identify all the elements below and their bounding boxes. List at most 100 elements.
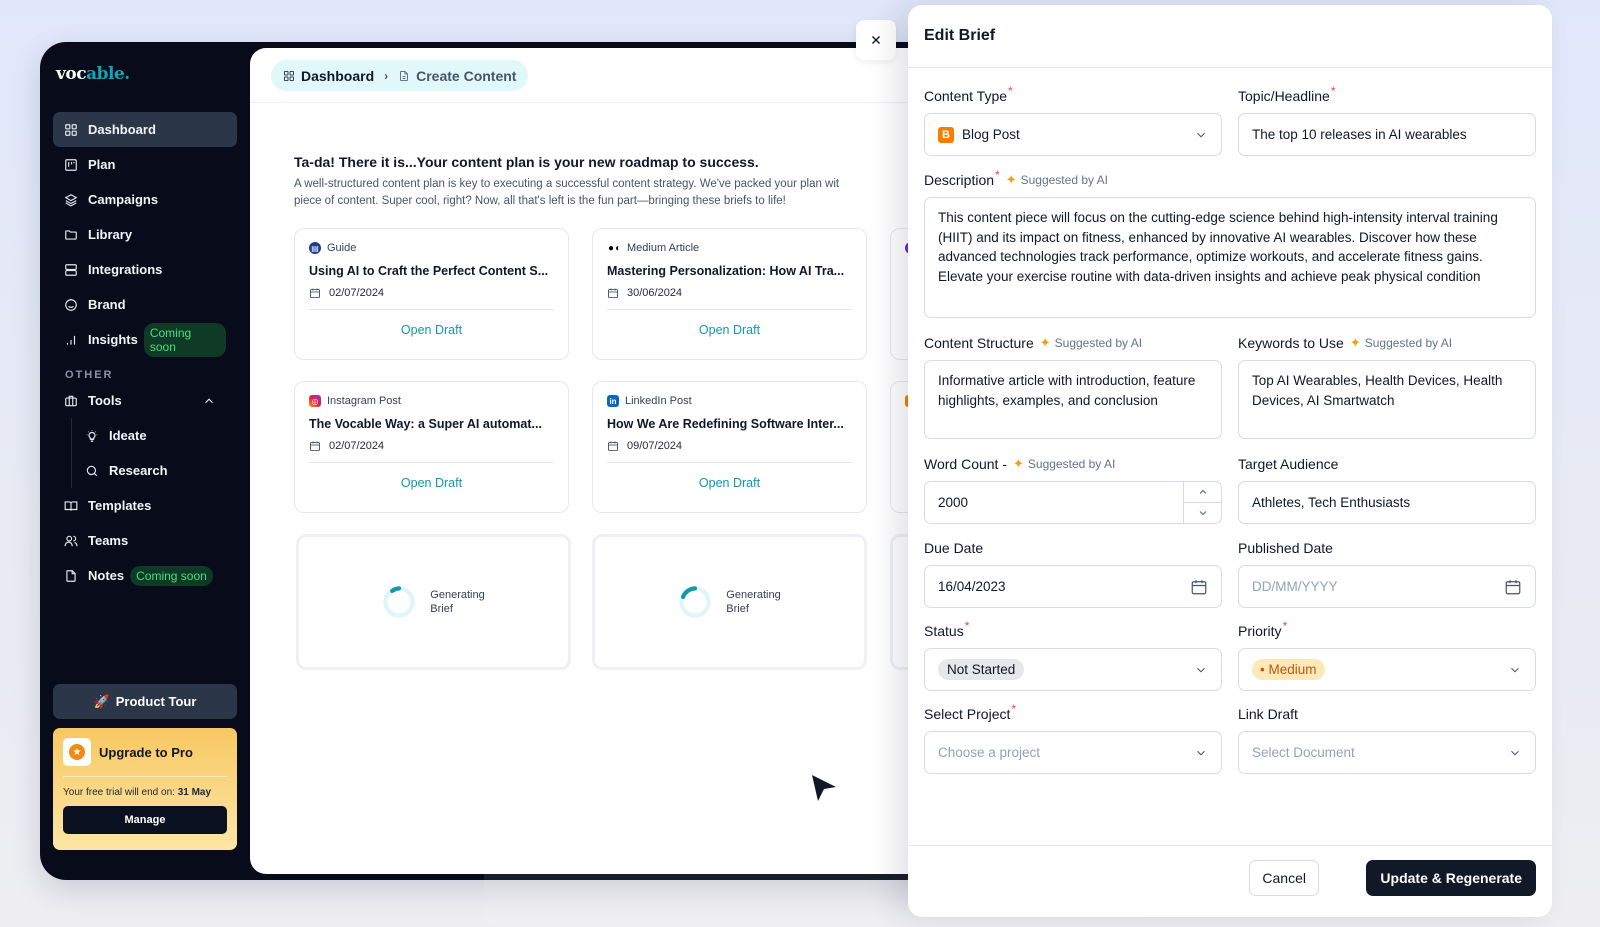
description-textarea[interactable]: This content piece will focus on the cut… bbox=[924, 197, 1536, 318]
published-date-input[interactable]: DD/MM/YYYY bbox=[1238, 565, 1536, 608]
content-structure-textarea[interactable]: Informative article with introduction, f… bbox=[924, 360, 1222, 439]
content-card[interactable]: ◎ Instagram Post The Vocable Way: a Super… bbox=[294, 381, 569, 513]
chevron-down-icon bbox=[1197, 132, 1205, 137]
chevron-down-icon bbox=[1197, 667, 1205, 672]
star-icon: ★ bbox=[63, 738, 91, 766]
content-type-field: Content Type * B Blog Post bbox=[924, 84, 1222, 156]
sidebar-item-dashboard[interactable]: Dashboard bbox=[53, 112, 237, 147]
open-draft-link[interactable]: Open Draft bbox=[309, 476, 554, 490]
target-audience-input[interactable]: Athletes, Tech Enthusiasts bbox=[1238, 481, 1536, 524]
sparkle-icon: ✦ bbox=[1005, 172, 1017, 187]
toolbox-icon bbox=[64, 394, 78, 408]
calendar-icon bbox=[310, 441, 320, 451]
status-badge: Not Started bbox=[938, 659, 1025, 680]
drawer-title: Edit Brief bbox=[908, 5, 1552, 68]
bar-chart-icon bbox=[64, 333, 78, 347]
medium-icon: ●◖ bbox=[607, 242, 621, 254]
document-icon bbox=[400, 70, 409, 81]
chevron-down-icon bbox=[1197, 750, 1205, 755]
breadcrumb-dashboard[interactable]: Dashboard bbox=[283, 68, 374, 84]
generating-card: Generating Brief bbox=[296, 534, 571, 670]
sidebar-item-library[interactable]: Library bbox=[53, 217, 237, 252]
content-card[interactable]: ●◖ Medium Article Mastering Personalizati… bbox=[592, 228, 867, 360]
intro-section: Ta-da! There it is...Your content plan i… bbox=[294, 154, 934, 210]
increment-button[interactable] bbox=[1184, 482, 1221, 502]
sidebar-item-insights[interactable]: Insights Coming soon bbox=[53, 322, 237, 357]
generating-card: Generating Brief bbox=[592, 534, 867, 670]
status-select[interactable]: Not Started bbox=[924, 648, 1222, 691]
product-tour-button[interactable]: 🚀 Product Tour bbox=[53, 684, 237, 719]
open-draft-link[interactable]: Open Draft bbox=[607, 323, 852, 337]
sparkle-icon: ✦ bbox=[1039, 335, 1051, 350]
topic-input[interactable]: The top 10 releases in AI wearables bbox=[1238, 113, 1536, 156]
close-drawer-button[interactable] bbox=[856, 20, 896, 60]
link-draft-field: Link Draft Select Document bbox=[1238, 704, 1536, 774]
layers-icon bbox=[64, 193, 78, 207]
content-type-select[interactable]: B Blog Post bbox=[924, 113, 1222, 156]
chevron-up-icon[interactable] bbox=[202, 394, 216, 408]
priority-select[interactable]: • Medium bbox=[1238, 648, 1536, 691]
sidebar-item-research[interactable]: Research bbox=[73, 453, 237, 488]
grid-icon bbox=[284, 70, 294, 81]
calendar-icon[interactable] bbox=[1190, 578, 1208, 596]
search-icon bbox=[85, 464, 99, 478]
coming-soon-badge: Coming soon bbox=[130, 565, 213, 586]
instagram-icon: ◎ bbox=[309, 395, 321, 407]
word-count-input[interactable]: 2000 bbox=[924, 481, 1222, 524]
sidebar-item-tools[interactable]: Tools bbox=[53, 383, 237, 418]
mouse-cursor-icon bbox=[812, 775, 836, 801]
chevron-down-icon bbox=[1199, 511, 1206, 516]
vocable-logo[interactable]: vocable. bbox=[56, 64, 130, 84]
breadcrumb: Dashboard › Create Content bbox=[271, 60, 529, 91]
cancel-button[interactable]: Cancel bbox=[1249, 860, 1319, 896]
folder-icon bbox=[64, 228, 78, 242]
open-draft-link[interactable]: Open Draft bbox=[309, 323, 554, 337]
sidebar-item-teams[interactable]: Teams bbox=[53, 523, 237, 558]
content-structure-field: Content Structure ✦ Suggested by AI Inform… bbox=[924, 333, 1222, 439]
upgrade-title: Upgrade to Pro bbox=[99, 744, 193, 760]
drawer-footer: Cancel Update & Regenerate bbox=[908, 845, 1552, 917]
sidebar-item-templates[interactable]: Templates bbox=[53, 488, 237, 523]
word-count-field: Word Count - ✦ Suggested by AI 2000 bbox=[924, 454, 1222, 524]
sidebar-item-ideate[interactable]: Ideate bbox=[73, 418, 237, 453]
linkedin-icon: in bbox=[607, 395, 619, 407]
sidebar-item-notes[interactable]: Notes Coming soon bbox=[53, 558, 237, 593]
chevron-up-icon bbox=[1199, 489, 1206, 494]
word-count-stepper[interactable] bbox=[1183, 482, 1221, 523]
trial-info: Your free trial will end on: 31 May bbox=[63, 787, 212, 798]
published-date-field: Published Date DD/MM/YYYY bbox=[1238, 538, 1536, 608]
content-card[interactable]: ▤ Guide Using AI to Craft the Perfect Con… bbox=[294, 228, 569, 360]
priority-field: Priority * • Medium bbox=[1238, 619, 1536, 691]
calendar-icon[interactable] bbox=[1504, 578, 1522, 596]
manage-button[interactable]: Manage bbox=[63, 806, 227, 834]
section-label-other: OTHER bbox=[65, 369, 114, 381]
coming-soon-badge: Coming soon bbox=[143, 322, 226, 357]
link-draft-select[interactable]: Select Document bbox=[1238, 731, 1536, 774]
sidebar-item-plan[interactable]: Plan bbox=[53, 147, 237, 182]
calendar-icon bbox=[608, 288, 618, 298]
content-card[interactable]: in LinkedIn Post How We Are Redefining So… bbox=[592, 381, 867, 513]
chevron-down-icon bbox=[1511, 667, 1519, 672]
app-window: vocable. Dashboard Plan Campaigns Librar… bbox=[40, 42, 1040, 880]
project-select[interactable]: Choose a project bbox=[924, 731, 1222, 774]
due-date-input[interactable]: 16/04/2023 bbox=[924, 565, 1222, 608]
sidebar-item-integrations[interactable]: Integrations bbox=[53, 252, 237, 287]
card-title: The Vocable Way: a Super AI automat... bbox=[309, 417, 542, 431]
file-icon bbox=[64, 569, 78, 583]
status-field: Status * Not Started bbox=[924, 619, 1222, 691]
board-icon bbox=[64, 158, 78, 172]
book-icon bbox=[64, 499, 78, 513]
page-subtext: A well-structured content plan is key to… bbox=[294, 178, 840, 207]
update-regenerate-button[interactable]: Update & Regenerate bbox=[1366, 860, 1536, 896]
sidebar-item-brand[interactable]: Brand bbox=[53, 287, 237, 322]
keywords-textarea[interactable]: Top AI Wearables, Health Devices, Health… bbox=[1238, 360, 1536, 439]
decrement-button[interactable] bbox=[1184, 502, 1221, 523]
open-draft-link[interactable]: Open Draft bbox=[607, 476, 852, 490]
loading-spinner-icon bbox=[383, 586, 416, 618]
sidebar-item-campaigns[interactable]: Campaigns bbox=[53, 182, 237, 217]
calendar-icon bbox=[310, 288, 320, 298]
rocket-icon: 🚀 bbox=[93, 693, 110, 709]
chevron-down-icon bbox=[1511, 750, 1519, 755]
description-field: Description * ✦ Suggested by AI This conten… bbox=[924, 168, 1536, 318]
sidebar: vocable. Dashboard Plan Campaigns Librar… bbox=[40, 42, 250, 880]
